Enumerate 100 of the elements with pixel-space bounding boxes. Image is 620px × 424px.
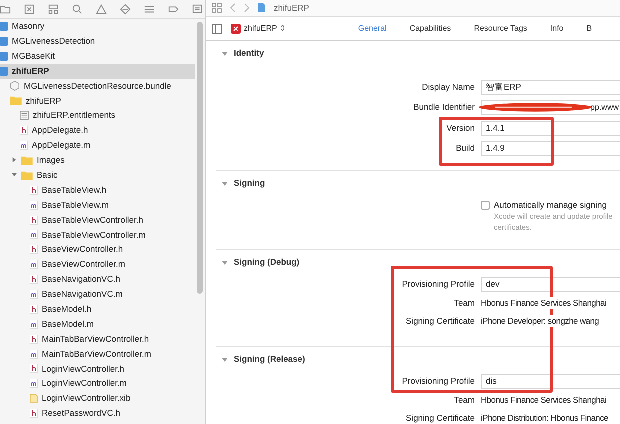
field-value: Hbonus Finance Services Shanghai bbox=[481, 394, 607, 406]
folder-icon[interactable] bbox=[0, 4, 11, 14]
file-item[interactable]: MainTabBarViewController.h bbox=[0, 332, 195, 347]
file-item[interactable]: MainTabBarViewController.m bbox=[0, 346, 195, 362]
file-name: LoginViewController.h bbox=[42, 362, 125, 376]
file-item[interactable]: zhifuERP bbox=[0, 64, 195, 79]
file-item[interactable]: BaseTableViewController.m bbox=[0, 227, 195, 242]
diamond-icon[interactable] bbox=[120, 4, 131, 14]
file-item[interactable]: Images bbox=[0, 153, 195, 168]
field-label: Provisioning Profile bbox=[401, 375, 476, 388]
file-item[interactable]: Basic bbox=[0, 168, 195, 183]
file-item[interactable]: LoginViewController.xib bbox=[0, 391, 195, 406]
target-selector[interactable]: zhifuERP bbox=[244, 22, 278, 34]
comment-icon[interactable] bbox=[192, 4, 203, 14]
checkbox[interactable] bbox=[481, 201, 490, 210]
disclosure-triangle-icon[interactable] bbox=[222, 356, 228, 362]
file-item[interactable]: BaseModel.m bbox=[0, 316, 195, 332]
field-label: Version bbox=[446, 122, 476, 135]
file-item[interactable]: ResetPasswordVC.h bbox=[0, 406, 195, 422]
text-field[interactable]: 1.4.1 bbox=[481, 120, 620, 136]
file-item[interactable]: BaseViewController.m bbox=[0, 257, 195, 272]
file-item[interactable]: AppDelegate.m bbox=[0, 138, 195, 154]
disclosure-triangle-icon[interactable] bbox=[222, 50, 228, 56]
tab[interactable]: Capabilities bbox=[410, 22, 452, 34]
file-item[interactable]: LoginViewController.h bbox=[0, 361, 195, 376]
file-item[interactable]: BaseTableView.h bbox=[0, 182, 195, 198]
file-item[interactable]: LoginViewController.m bbox=[0, 376, 195, 392]
file-item[interactable]: BaseModel.h bbox=[0, 302, 195, 317]
implementation-file-icon bbox=[30, 230, 38, 240]
file-item[interactable]: BaseNavigationVC.h bbox=[0, 272, 195, 288]
file-name: BaseNavigationVC.h bbox=[42, 273, 120, 286]
file-name: BaseViewController.h bbox=[42, 243, 124, 256]
header-file-icon bbox=[30, 304, 38, 314]
field-label: Signing Certificate bbox=[405, 412, 476, 424]
file-name: LoginViewController.xib bbox=[42, 392, 131, 406]
checkbox-label[interactable]: Automatically manage signing bbox=[494, 200, 613, 211]
text-field[interactable]: dis bbox=[481, 374, 620, 389]
file-item[interactable]: MGLivenessDetectionResource.bundle bbox=[0, 78, 195, 94]
hierarchy-icon[interactable] bbox=[48, 4, 59, 14]
text-field[interactable]: pp.www bbox=[481, 100, 620, 116]
forward-icon[interactable] bbox=[244, 3, 250, 13]
field-label: Provisioning Profile bbox=[401, 278, 476, 291]
header-file-icon bbox=[30, 275, 38, 284]
expanded-triangle-icon[interactable] bbox=[12, 172, 17, 178]
file-item[interactable]: MGLivenessDetection bbox=[0, 34, 195, 49]
text-field[interactable]: 1.4.9 bbox=[481, 141, 620, 156]
back-icon[interactable] bbox=[230, 3, 236, 13]
search-icon[interactable] bbox=[72, 4, 83, 14]
field-value: pp.www bbox=[590, 102, 619, 114]
warning-icon[interactable] bbox=[96, 4, 107, 14]
text-field[interactable]: dev bbox=[481, 277, 620, 292]
document-icon bbox=[20, 111, 29, 120]
disclosure-triangle-icon[interactable] bbox=[222, 180, 228, 186]
file-name: Images bbox=[37, 154, 65, 167]
header-file-icon bbox=[30, 334, 38, 344]
header-file-icon bbox=[30, 216, 38, 225]
field-label: Signing Certificate bbox=[405, 314, 476, 328]
file-item[interactable]: MGBaseKit bbox=[0, 48, 195, 64]
file-item[interactable]: BaseTableView.m bbox=[0, 198, 195, 213]
file-name: MGLivenessDetection bbox=[12, 34, 96, 48]
document-icon bbox=[258, 3, 266, 13]
file-item[interactable]: BaseNavigationVC.m bbox=[0, 287, 195, 302]
file-item[interactable]: zhifuERP bbox=[0, 93, 195, 108]
file-name: BaseNavigationVC.m bbox=[42, 288, 123, 301]
x-box-icon[interactable] bbox=[24, 4, 35, 14]
tab[interactable]: B bbox=[586, 22, 592, 34]
field-value: iPhone Distribution: Hbonus Finance bbox=[481, 412, 608, 424]
file-name: LoginViewController.m bbox=[42, 377, 127, 390]
file-name: BaseModel.m bbox=[42, 318, 94, 331]
grid-icon[interactable] bbox=[212, 3, 222, 13]
file-name: BaseViewController.m bbox=[42, 258, 126, 272]
header-file-icon bbox=[30, 186, 38, 195]
sidebar-toggle-icon[interactable] bbox=[212, 24, 222, 34]
disclosure-triangle-icon[interactable] bbox=[222, 260, 228, 266]
file-item[interactable]: BaseViewController.h bbox=[0, 242, 195, 258]
tab[interactable]: Resource Tags bbox=[474, 22, 528, 34]
file-name: Basic bbox=[37, 168, 58, 182]
scrollbar[interactable] bbox=[197, 22, 203, 294]
file-item[interactable]: zhifuERP.entitlements bbox=[0, 108, 195, 124]
implementation-file-icon bbox=[30, 260, 38, 270]
breadcrumb[interactable]: zhifuERP bbox=[274, 2, 310, 14]
file-name: BaseTableViewController.m bbox=[42, 228, 146, 242]
folder-icon bbox=[10, 96, 22, 106]
tab[interactable]: General bbox=[358, 22, 387, 34]
field-value: Hbonus Finance Services Shanghai bbox=[481, 296, 607, 310]
interface-file-icon bbox=[30, 394, 38, 404]
file-item[interactable]: Masonry bbox=[0, 19, 195, 34]
field-label: Team bbox=[453, 394, 476, 406]
file-name: zhifuERP bbox=[12, 64, 50, 78]
file-item[interactable]: BaseTableViewController.h bbox=[0, 212, 195, 228]
tab[interactable]: Info bbox=[550, 22, 564, 34]
implementation-file-icon bbox=[30, 200, 38, 210]
list-icon[interactable] bbox=[144, 4, 155, 14]
file-item[interactable]: AppDelegate.h bbox=[0, 123, 195, 138]
folder-icon bbox=[21, 156, 33, 165]
text-field[interactable]: 智富ERP bbox=[481, 80, 620, 95]
stepper-icon[interactable]: ⇕ bbox=[279, 24, 286, 32]
collapsed-triangle-icon[interactable] bbox=[12, 157, 17, 164]
field-label: Team bbox=[453, 296, 476, 310]
header-file-icon bbox=[30, 245, 38, 254]
